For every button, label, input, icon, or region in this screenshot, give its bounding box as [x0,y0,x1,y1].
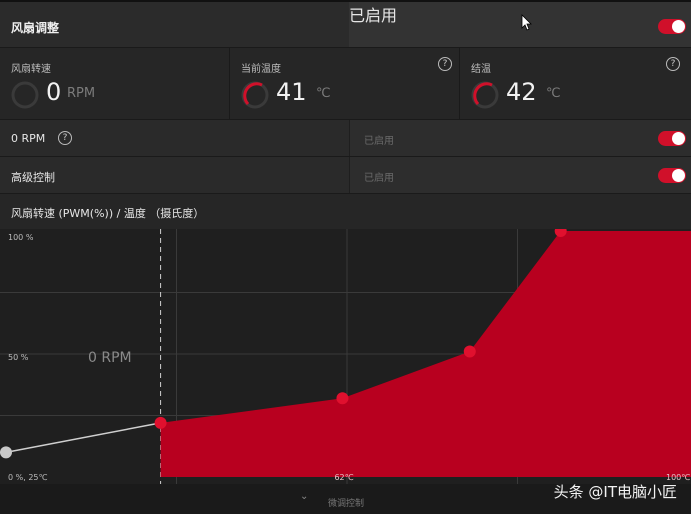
junction-temp-caption: 结温 [471,64,491,75]
curve-point-2[interactable] [154,416,167,429]
current-temp-help-icon[interactable]: ? [438,57,452,71]
zero-rpm-status: 已启用 [364,136,394,147]
watermark: 头条 @IT电脑小匠 [553,483,677,501]
mouse-cursor-icon [521,14,532,31]
chart-title: 风扇转速 (PWM(%)) / 温度 （摄氏度） [11,207,205,220]
fan-tuning-status: 已启用 [349,6,398,25]
fan-speed-value: 0 [46,78,62,106]
fan-tuning-status-cell: 已启用 [349,2,691,47]
fan-tuning-row: 风扇调整 已启用 [0,0,691,47]
zero-rpm-help-icon[interactable]: ? [58,131,72,145]
fan-tuning-title: 风扇调整 [11,21,60,35]
fan-tuning-toggle[interactable] [658,19,686,34]
fine-tune-label[interactable]: 微调控制 [328,496,364,509]
stats-row: 风扇转速 0 RPM 当前温度 41 ℃ ? 结温 42 ℃ ? [0,47,691,119]
fan-speed-gauge-icon [11,81,39,109]
current-temp-stat: 当前温度 41 ℃ ? [230,48,460,119]
zero-rpm-label-cell: 0 RPM ? [0,120,349,156]
advanced-control-label-cell: 高级控制 [0,157,349,193]
x-tick-label-62: 62℃ [334,473,353,482]
fan-speed-caption: 风扇转速 [11,64,51,75]
curve-point-3[interactable] [336,392,349,405]
y-tick-label-origin: 0 %, 25℃ [8,473,48,482]
chevron-down-icon[interactable]: ⌄ [300,491,308,502]
current-temp-unit: ℃ [316,86,331,101]
junction-temp-stat: 结温 42 ℃ ? [460,48,691,119]
fan-curve-chart: 100 % 50 % 0 %, 25℃ 62℃ 100℃ 0 RPM [0,229,691,484]
y-tick-label-50: 50 % [8,353,29,362]
y-tick-label-100: 100 % [8,233,34,242]
curve-point-4[interactable] [463,345,476,358]
advanced-control-label: 高级控制 [11,171,55,184]
fan-speed-stat: 风扇转速 0 RPM [0,48,230,119]
zero-rpm-region-label: 0 RPM [88,350,132,366]
advanced-control-status-cell: 已启用 [349,157,691,193]
junction-temp-value: 42 [506,78,537,106]
zero-rpm-row: 0 RPM ? 已启用 [0,119,691,156]
junction-temp-gauge-icon [471,81,499,109]
zero-rpm-status-cell: 已启用 [349,120,691,156]
current-temp-gauge-icon [241,81,269,109]
current-temp-caption: 当前温度 [241,64,281,75]
zero-rpm-line [5,422,161,454]
fan-speed-unit: RPM [67,86,96,101]
advanced-control-row: 高级控制 已启用 [0,156,691,193]
fan-tuning-label-cell: 风扇调整 [0,2,349,47]
fan-curve-svg: 100 %50 %0 %, 25℃ 62℃ 100℃0 RPM [0,229,691,484]
junction-temp-help-icon[interactable]: ? [666,57,680,71]
zero-rpm-label: 0 RPM [11,132,46,145]
curve-point-1[interactable] [0,446,12,459]
advanced-control-status: 已启用 [364,173,394,184]
zero-rpm-toggle[interactable] [658,131,686,146]
junction-temp-unit: ℃ [546,86,561,101]
advanced-control-toggle[interactable] [658,168,686,183]
current-temp-value: 41 [276,78,307,106]
